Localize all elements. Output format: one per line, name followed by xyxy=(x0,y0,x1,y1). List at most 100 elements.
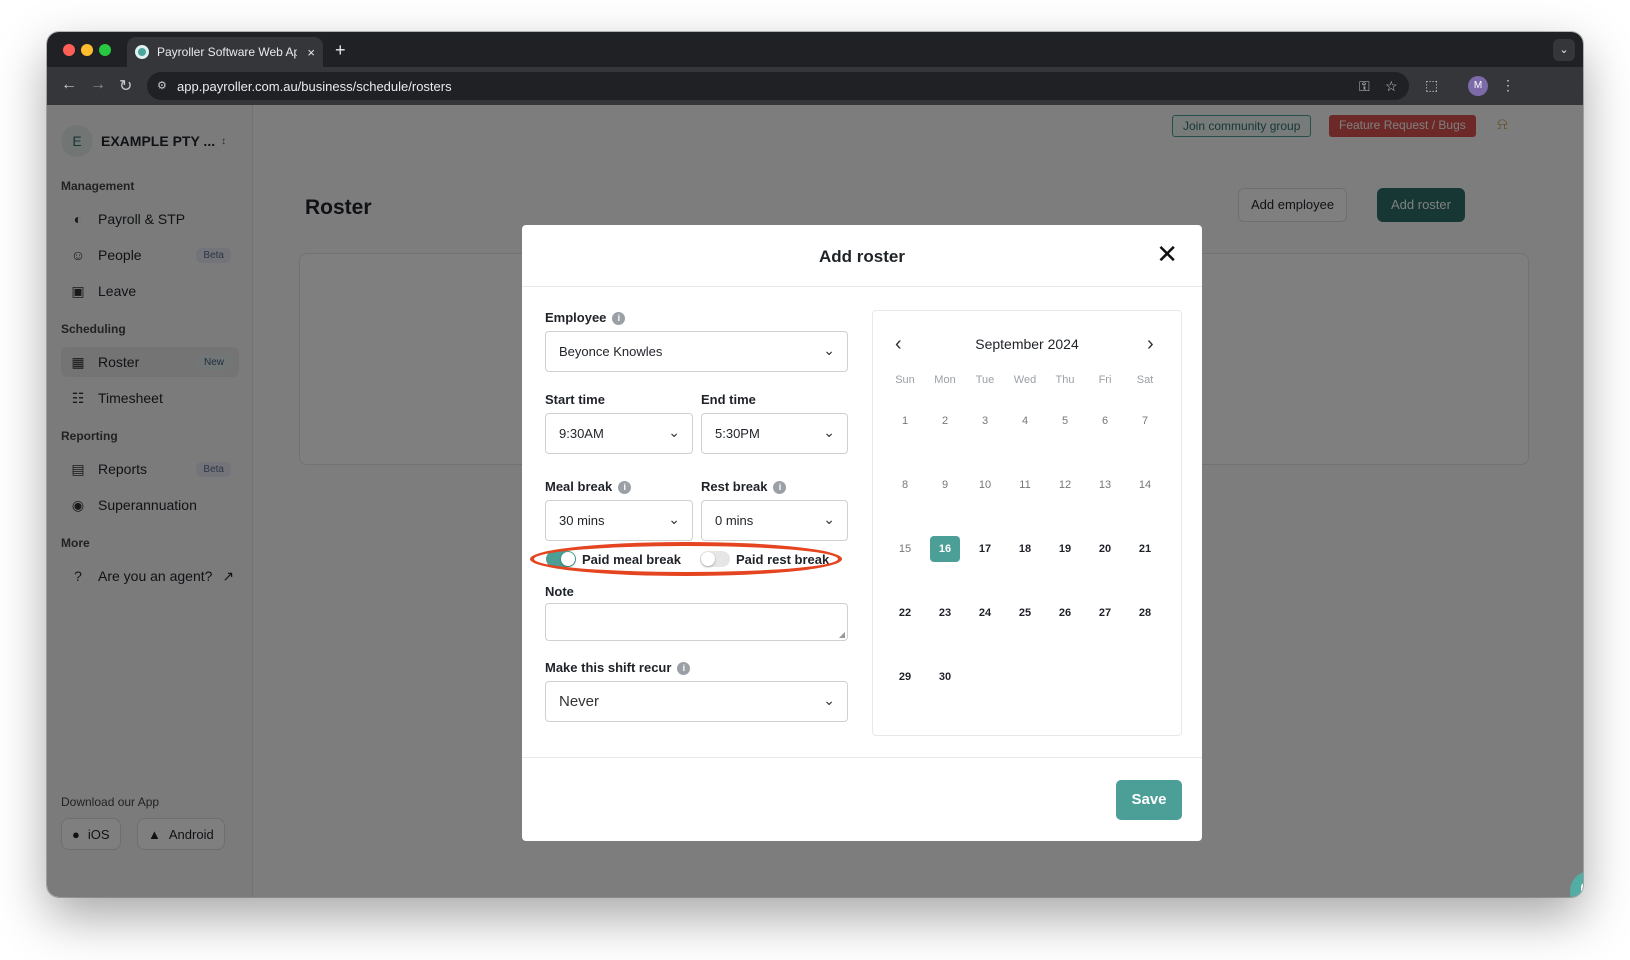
close-window-button[interactable] xyxy=(63,44,75,56)
address-bar[interactable]: ⚙ app.payroller.com.au/business/schedule… xyxy=(147,72,1409,100)
calendar-day[interactable]: 27 xyxy=(1090,600,1120,626)
employee-label-text: Employee xyxy=(545,310,607,325)
extensions-puzzle-icon[interactable]: ⬚ xyxy=(1425,77,1438,94)
calendar-day[interactable]: 8 xyxy=(890,472,920,498)
calendar-day[interactable]: 20 xyxy=(1090,536,1120,562)
calendar-day[interactable]: 30 xyxy=(930,664,960,690)
employee-select[interactable]: Beyonce Knowles ⌄ xyxy=(545,331,848,372)
forward-arrow-icon[interactable]: → xyxy=(90,76,106,94)
calendar-day[interactable]: 4 xyxy=(1010,408,1040,434)
weekday-header: Tue xyxy=(975,374,995,386)
weekday-header: Wed xyxy=(1013,374,1037,386)
rest-break-value: 0 mins xyxy=(715,513,754,528)
calendar-day[interactable]: 1 xyxy=(890,408,920,434)
back-arrow-icon[interactable]: ← xyxy=(61,76,77,94)
weekday-header: Sat xyxy=(1136,374,1154,386)
calendar-day[interactable]: 24 xyxy=(970,600,1000,626)
date-picker: ‹ September 2024 › Sun Mon Tue Wed Thu Fri Sat… xyxy=(872,310,1182,736)
meal-break-label-text: Meal break xyxy=(545,479,613,494)
rest-break-label-text: Rest break xyxy=(701,479,768,494)
calendar-day[interactable]: 15 xyxy=(890,536,920,562)
weekday-header: Mon xyxy=(934,374,956,386)
browser-toolbar: ← → ↻ ⚙ app.payroller.com.au/business/sc… xyxy=(47,67,1583,105)
chevron-down-icon: ⌄ xyxy=(668,511,680,527)
url-text: app.payroller.com.au/business/schedule/r… xyxy=(177,79,452,94)
start-time-value: 9:30AM xyxy=(559,426,604,441)
calendar-day[interactable]: 6 xyxy=(1090,408,1120,434)
red-highlight-annotation xyxy=(530,542,842,576)
chevron-down-icon: ⌄ xyxy=(668,424,680,440)
calendar-day[interactable]: 21 xyxy=(1130,536,1160,562)
info-icon[interactable]: i xyxy=(618,481,632,494)
calendar-day[interactable]: 18 xyxy=(1010,536,1040,562)
modal-title: Add roster xyxy=(819,247,905,266)
calendar-day[interactable]: 7 xyxy=(1130,408,1160,434)
browser-menu-icon[interactable]: ⋮ xyxy=(1501,77,1515,94)
next-month-chevron-icon[interactable]: › xyxy=(1147,333,1154,356)
site-settings-icon[interactable]: ⚙ xyxy=(157,79,167,92)
save-button[interactable]: Save xyxy=(1116,780,1182,820)
add-roster-modal: Add roster ✕ Employee i Beyonce Knowles ⌄… xyxy=(522,225,1202,841)
calendar-day[interactable]: 19 xyxy=(1050,536,1080,562)
weekday-header: Thu xyxy=(1055,374,1075,386)
weekday-header: Sun xyxy=(895,374,915,386)
calendar-day[interactable]: 12 xyxy=(1050,472,1080,498)
calendar-day[interactable]: 10 xyxy=(970,472,1000,498)
tab-search-chevron-icon[interactable]: ⌄ xyxy=(1553,39,1575,61)
calendar-day[interactable]: 17 xyxy=(970,536,1000,562)
info-icon[interactable]: i xyxy=(773,481,787,494)
meal-break-select[interactable]: 30 mins ⌄ xyxy=(545,500,693,541)
note-textarea[interactable]: ◢ xyxy=(545,603,848,641)
browser-window: Payroller Software Web Application × + ⌄… xyxy=(47,32,1583,897)
calendar-day[interactable]: 23 xyxy=(930,600,960,626)
bookmark-star-icon[interactable]: ☆ xyxy=(1385,78,1398,95)
calendar-day[interactable]: 13 xyxy=(1090,472,1120,498)
employee-value: Beyonce Knowles xyxy=(559,344,663,359)
calendar-day[interactable]: 5 xyxy=(1050,408,1080,434)
calendar-day[interactable]: 22 xyxy=(890,600,920,626)
end-time-label: End time xyxy=(701,392,756,407)
end-time-select[interactable]: 5:30PM ⌄ xyxy=(701,413,848,454)
chat-icon xyxy=(1581,883,1583,897)
minimize-window-button[interactable] xyxy=(81,44,93,56)
resize-handle-icon[interactable]: ◢ xyxy=(839,630,845,639)
modal-footer-divider xyxy=(522,757,1202,758)
calendar-day-selected[interactable]: 16 xyxy=(930,536,960,562)
browser-tab[interactable]: Payroller Software Web Application × xyxy=(127,37,323,67)
end-time-value: 5:30PM xyxy=(715,426,760,441)
calendar-day[interactable]: 3 xyxy=(970,408,1000,434)
recur-label-text: Make this shift recur xyxy=(545,660,672,675)
reload-icon[interactable]: ↻ xyxy=(119,76,132,96)
recur-select[interactable]: Never ⌄ xyxy=(545,681,848,722)
maximize-window-button[interactable] xyxy=(99,44,111,56)
tab-bar: Payroller Software Web Application × + ⌄ xyxy=(47,32,1583,67)
calendar-day[interactable]: 11 xyxy=(1010,472,1040,498)
chevron-down-icon: ⌄ xyxy=(823,424,835,440)
new-tab-button[interactable]: + xyxy=(335,40,346,61)
employee-label: Employee i xyxy=(545,310,626,325)
rest-break-select[interactable]: 0 mins ⌄ xyxy=(701,500,848,541)
meal-break-label: Meal break i xyxy=(545,479,632,494)
profile-avatar[interactable]: M xyxy=(1468,76,1488,96)
calendar-month: September 2024 xyxy=(975,336,1079,352)
weekday-header: Fri xyxy=(1098,374,1112,386)
calendar-day[interactable]: 28 xyxy=(1130,600,1160,626)
calendar-day[interactable]: 14 xyxy=(1130,472,1160,498)
calendar-day[interactable]: 9 xyxy=(930,472,960,498)
calendar-day[interactable]: 2 xyxy=(930,408,960,434)
start-time-select[interactable]: 9:30AM ⌄ xyxy=(545,413,693,454)
calendar-day[interactable]: 26 xyxy=(1050,600,1080,626)
meal-break-value: 30 mins xyxy=(559,513,605,528)
calendar-day[interactable]: 25 xyxy=(1010,600,1040,626)
chevron-down-icon: ⌄ xyxy=(823,511,835,527)
calendar-day[interactable]: 29 xyxy=(890,664,920,690)
close-icon[interactable]: ✕ xyxy=(1156,239,1178,270)
password-key-icon[interactable]: ⚿ xyxy=(1359,78,1370,95)
tab-close-icon[interactable]: × xyxy=(307,45,315,60)
info-icon[interactable]: i xyxy=(677,662,691,675)
chevron-down-icon: ⌄ xyxy=(823,342,835,358)
info-icon[interactable]: i xyxy=(612,312,626,325)
start-time-label: Start time xyxy=(545,392,605,407)
rest-break-label: Rest break i xyxy=(701,479,787,494)
modal-header: Add roster ✕ xyxy=(522,225,1202,287)
